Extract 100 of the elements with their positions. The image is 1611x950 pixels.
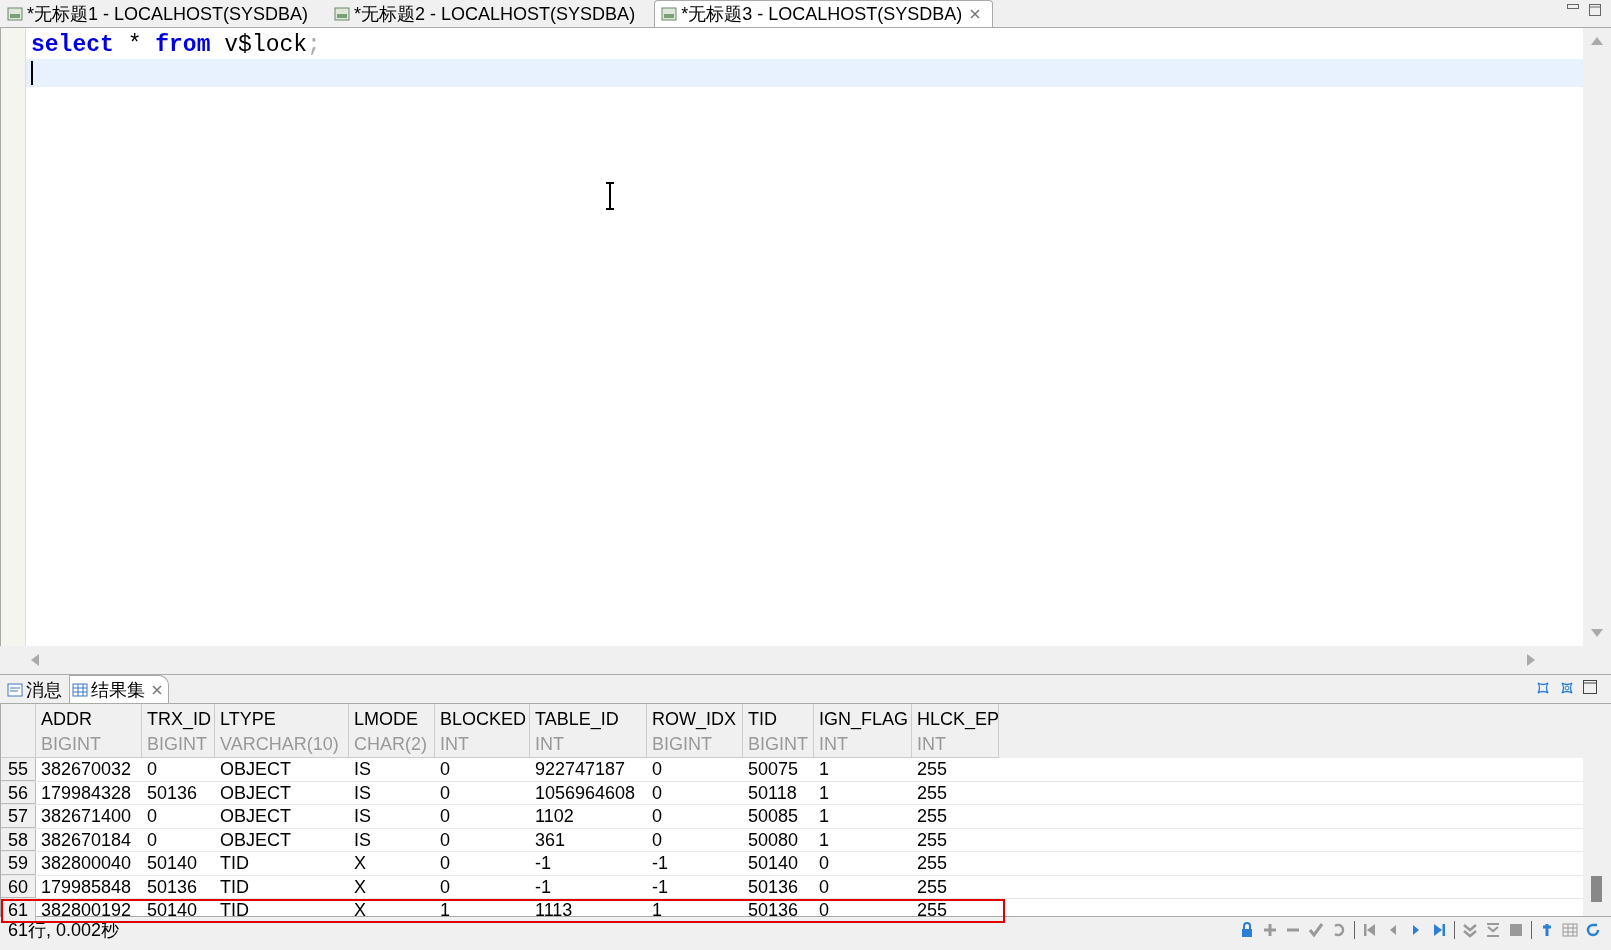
table-cell-text: 0 xyxy=(146,758,158,781)
expand-icon[interactable] xyxy=(1559,680,1575,696)
first-page-icon[interactable] xyxy=(1362,922,1378,938)
table-cell-text: 0 xyxy=(439,875,451,898)
table-cell-text: 0 xyxy=(146,805,158,828)
table-cell-text: X xyxy=(353,899,367,922)
table-cell-text: 50136 xyxy=(146,781,199,804)
fetch-more-icon[interactable] xyxy=(1462,922,1478,938)
column-header[interactable]: BLOCKED xyxy=(440,704,529,731)
column-type: CHAR(2) xyxy=(354,733,428,756)
column-type: BIGINT xyxy=(147,733,208,756)
table-cell-text: 255 xyxy=(916,875,949,898)
column-header[interactable]: ROW_IDX xyxy=(652,704,742,731)
last-page-icon[interactable] xyxy=(1431,922,1447,938)
scroll-down-icon[interactable] xyxy=(1590,628,1604,638)
close-icon[interactable] xyxy=(970,9,981,19)
column-type: BIGINT xyxy=(748,733,809,756)
column-header[interactable]: TABLE_ID xyxy=(535,704,646,731)
scroll-right-icon[interactable] xyxy=(1526,653,1536,667)
column-header[interactable]: LMODE xyxy=(354,704,434,731)
code-line: select * from v$lock; xyxy=(31,31,321,59)
row-number: 59 xyxy=(1,852,36,875)
row-number: 61 xyxy=(1,899,36,922)
table-cell-text: X xyxy=(353,852,367,875)
table-cell-text: TID xyxy=(219,875,250,898)
table-cell-text: 1 xyxy=(818,828,830,851)
table-cell-text: 50136 xyxy=(747,899,800,922)
table-cell-text: 1056964608 xyxy=(534,781,637,804)
column-header[interactable]: TRX_ID xyxy=(147,704,214,731)
table-cell-text: 1102 xyxy=(534,805,575,828)
editor-tab[interactable]: *无标题1 - LOCALHOST(SYSDBA) xyxy=(0,0,322,27)
table-cell-text: IS xyxy=(353,828,372,851)
maximize-icon[interactable] xyxy=(1589,4,1601,16)
result-tab[interactable]: 结果集 xyxy=(69,675,169,703)
maximize-icon[interactable] xyxy=(1583,680,1597,694)
table-cell-text: 0 xyxy=(651,828,663,851)
lock-icon[interactable] xyxy=(1239,922,1255,938)
table-cell-text: OBJECT xyxy=(219,758,292,781)
column-header[interactable]: HLCK_EP xyxy=(917,704,998,731)
row-number: 60 xyxy=(1,875,36,898)
collapse-icon[interactable] xyxy=(1535,680,1551,696)
table-cell-text: 382671400 xyxy=(40,805,133,828)
column-type: BIGINT xyxy=(41,733,102,756)
table-cell-text: 50085 xyxy=(747,805,800,828)
scroll-up-icon[interactable] xyxy=(1590,36,1604,46)
table-cell-text: 1 xyxy=(818,758,830,781)
result-tab[interactable]: 消息 xyxy=(4,675,69,703)
table-cell-text: IS xyxy=(353,758,372,781)
table-cell-text: 255 xyxy=(916,828,949,851)
refresh-icon[interactable] xyxy=(1585,922,1601,938)
table-cell-text: 0 xyxy=(818,899,830,922)
selected-row[interactable]: 61 382800192 50140 TID X 1 1113 1 50136 0 255 xyxy=(1,899,1005,923)
table-cell-text: 50080 xyxy=(747,828,800,851)
check-icon[interactable] xyxy=(1308,922,1324,938)
scrollbar-thumb[interactable] xyxy=(1591,876,1602,902)
sql-file-icon xyxy=(7,6,23,22)
close-icon[interactable] xyxy=(152,684,162,695)
table-cell-text: 1 xyxy=(439,899,451,922)
table-cell-text: 255 xyxy=(916,852,949,875)
column-header[interactable]: LTYPE xyxy=(220,704,348,731)
column-type: INT xyxy=(819,733,849,756)
table-cell-text: TID xyxy=(219,899,250,922)
sql-file-icon xyxy=(661,6,678,22)
table-cell-text: 922747187 xyxy=(534,758,627,781)
table-cell-text: 255 xyxy=(916,781,949,804)
table-cell-text: 0 xyxy=(439,758,451,781)
fetch-all-icon[interactable] xyxy=(1485,922,1501,938)
add-icon[interactable] xyxy=(1262,922,1278,938)
table-cell-text: 0 xyxy=(439,828,451,851)
minimize-icon[interactable] xyxy=(1567,4,1579,10)
editor-tab[interactable]: *无标题2 - LOCALHOST(SYSDBA) xyxy=(327,0,649,27)
editor-tab[interactable]: *无标题3 - LOCALHOST(SYSDBA) xyxy=(654,0,994,27)
table-cell-text: 1 xyxy=(651,899,663,922)
scroll-left-icon[interactable] xyxy=(30,653,40,667)
table-icon xyxy=(72,681,88,698)
table-cell-text: OBJECT xyxy=(219,781,292,804)
table-cell-text: -1 xyxy=(651,875,669,898)
column-type: INT xyxy=(440,733,470,756)
table-cell-text: 382670032 xyxy=(40,758,133,781)
column-type: INT xyxy=(535,733,565,756)
text-cursor-icon xyxy=(604,182,616,210)
row-number: 57 xyxy=(1,805,36,828)
column-header[interactable]: IGN_FLAG xyxy=(819,704,911,731)
table-cell-text: 0 xyxy=(651,805,663,828)
table-cell-text: -1 xyxy=(651,852,669,875)
column-header[interactable]: ADDR xyxy=(41,704,141,731)
table-cell-text: 1 xyxy=(818,805,830,828)
row-number: 58 xyxy=(1,828,36,851)
table-cell-text: 382800040 xyxy=(40,852,133,875)
table-cell-text: 255 xyxy=(916,805,949,828)
table-cell-text: TID xyxy=(219,852,250,875)
stop-icon[interactable] xyxy=(1508,922,1524,938)
sql-file-icon xyxy=(334,6,351,22)
table-cell-text: 0 xyxy=(439,805,451,828)
grid-icon[interactable] xyxy=(1562,922,1578,938)
column-header[interactable]: TID xyxy=(748,704,813,731)
table-cell-text: 50140 xyxy=(146,852,199,875)
table-cell-text: 382670184 xyxy=(40,828,133,851)
table-cell-text: 0 xyxy=(439,852,451,875)
table-cell-text: 255 xyxy=(916,758,949,781)
